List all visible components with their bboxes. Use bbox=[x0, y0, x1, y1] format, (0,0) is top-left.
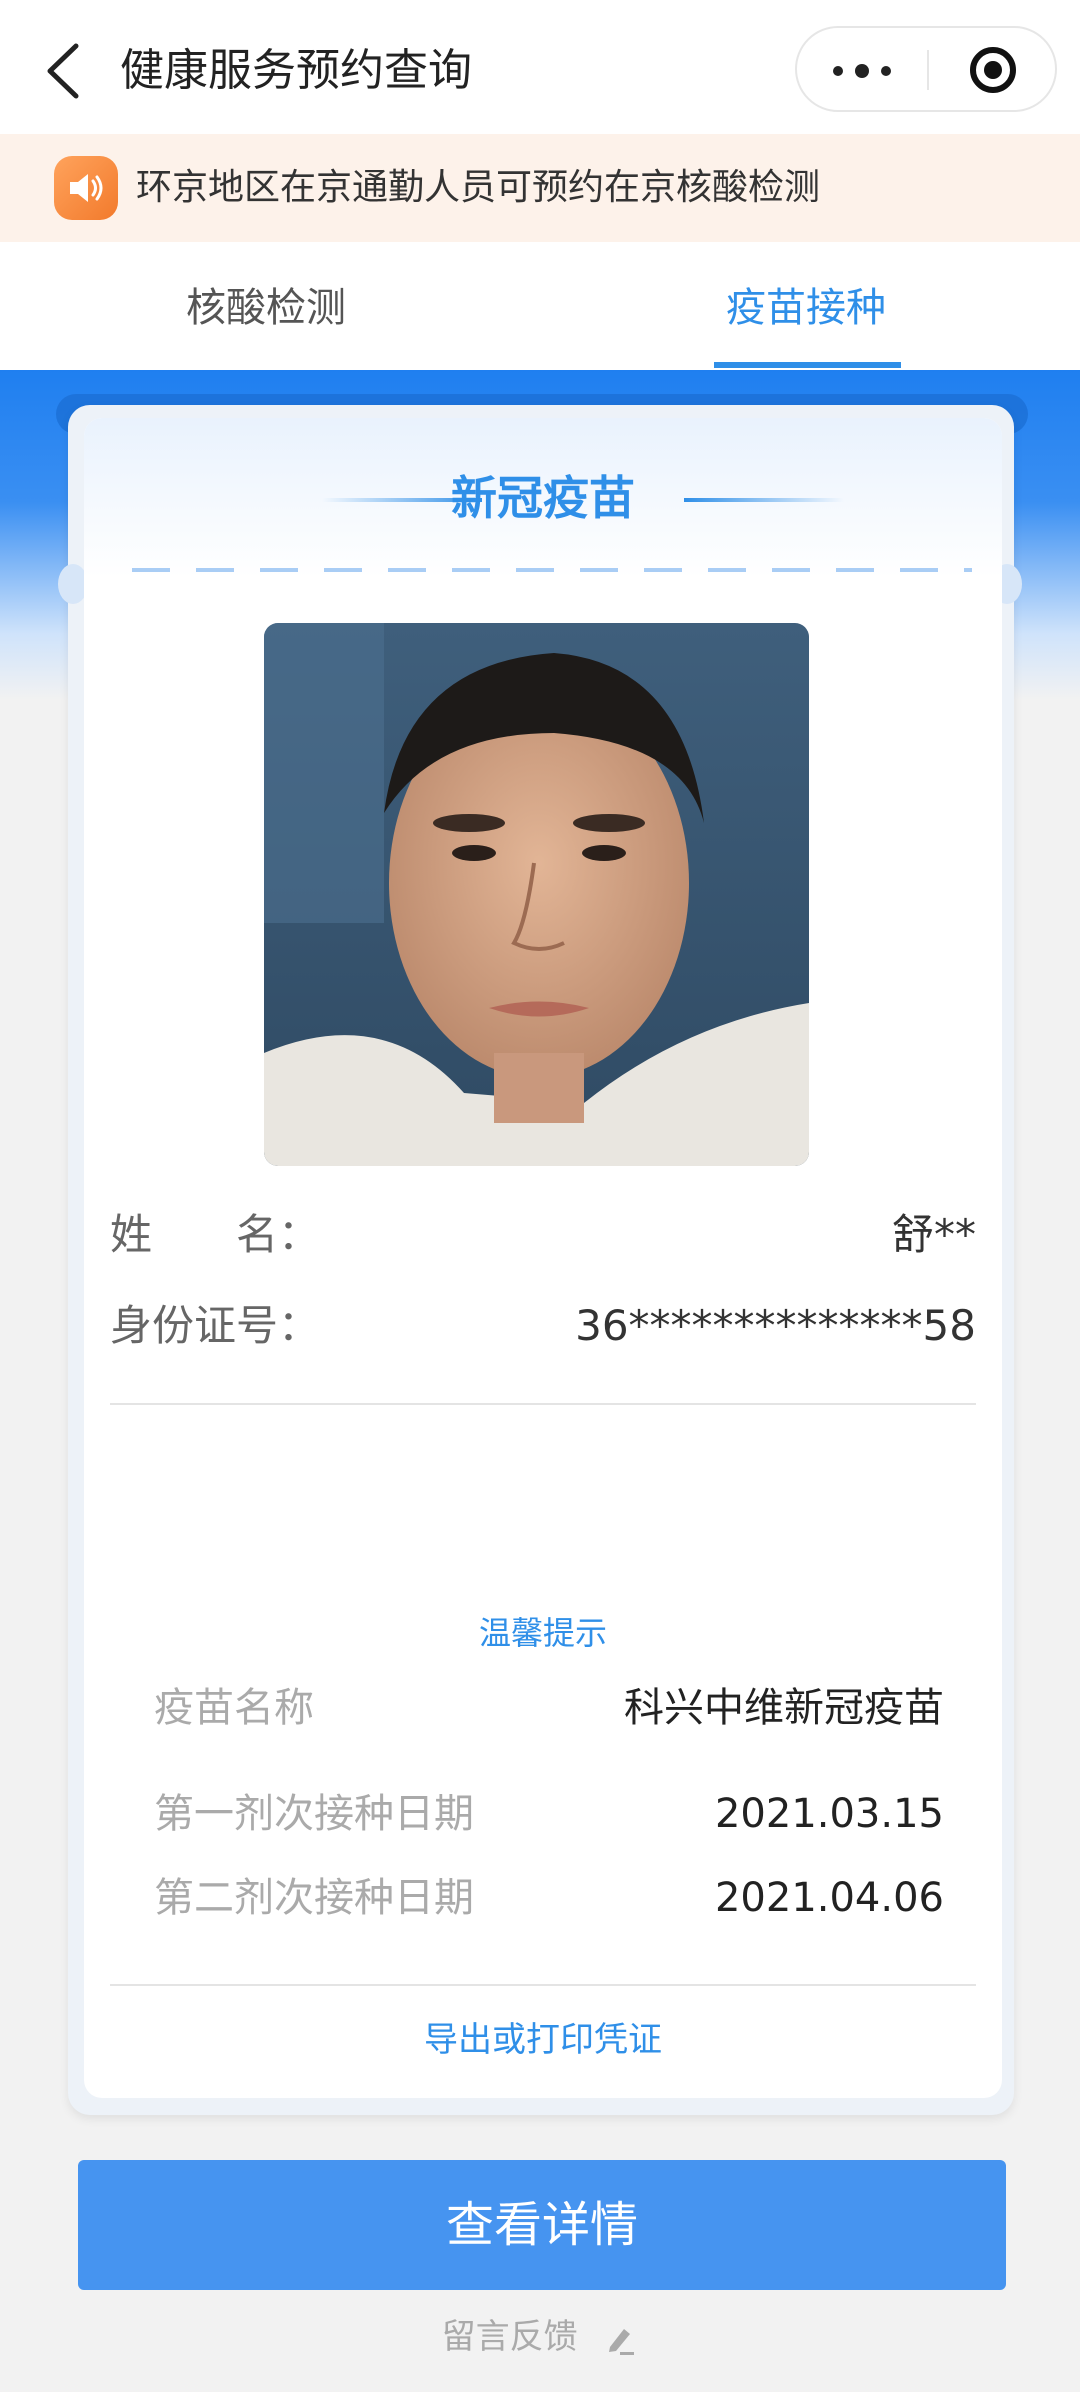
back-button[interactable] bbox=[36, 36, 96, 106]
vaccine-name-label: 疫苗名称 bbox=[154, 1685, 314, 1731]
second-dose-label: 第二剂次接种日期 bbox=[154, 1875, 474, 1921]
speaker-icon bbox=[54, 156, 118, 220]
user-photo bbox=[264, 623, 809, 1166]
id-number-label: 身份证号： bbox=[110, 1301, 321, 1350]
export-print-certificate-link[interactable]: 导出或打印凭证 bbox=[84, 2016, 1002, 2064]
page-title: 健康服务预约查询 bbox=[120, 45, 472, 96]
second-dose-date: 2021.04.06 bbox=[714, 1875, 944, 1921]
name-label: 姓 名： bbox=[110, 1210, 321, 1259]
active-tab-indicator bbox=[714, 362, 901, 368]
divider bbox=[110, 1403, 976, 1405]
first-dose-date: 2021.03.15 bbox=[714, 1791, 944, 1837]
more-dots-icon bbox=[855, 64, 869, 78]
mini-program-capsule bbox=[795, 26, 1057, 112]
close-mini-program-button[interactable] bbox=[929, 28, 1055, 110]
target-icon-dot bbox=[984, 61, 1002, 79]
tab-nucleic-acid-test[interactable]: 核酸检测 bbox=[186, 280, 346, 336]
first-dose-row: 第一剂次接种日期 2021.03.15 bbox=[154, 1784, 944, 1844]
feedback-label: 留言反馈 bbox=[441, 2317, 578, 2357]
dashed-divider bbox=[132, 568, 972, 572]
second-dose-row: 第二剂次接种日期 2021.04.06 bbox=[154, 1868, 944, 1928]
title-bar: 健康服务预约查询 bbox=[0, 0, 1080, 134]
divider bbox=[110, 1984, 976, 1986]
first-dose-label: 第一剂次接种日期 bbox=[154, 1791, 474, 1837]
view-details-button[interactable]: 查看详情 bbox=[78, 2160, 1006, 2290]
tab-bar: 核酸检测 疫苗接种 bbox=[0, 242, 1080, 370]
more-dots-icon bbox=[881, 66, 891, 76]
card-title: 新冠疫苗 bbox=[451, 471, 635, 525]
more-menu-button[interactable] bbox=[797, 28, 927, 110]
pencil-icon bbox=[609, 2328, 635, 2355]
tab-vaccination[interactable]: 疫苗接种 bbox=[726, 280, 886, 336]
name-row: 姓 名： 舒** bbox=[110, 1205, 976, 1265]
feedback-link[interactable]: 留言反馈 bbox=[0, 2312, 1080, 2362]
title-decoration-right bbox=[684, 498, 844, 502]
notice-bar[interactable]: 环京地区在京通勤人员可预约在京核酸检测 bbox=[0, 134, 1080, 242]
chevron-left-icon bbox=[47, 43, 79, 99]
notice-text: 环京地区在京通勤人员可预约在京核酸检测 bbox=[136, 167, 821, 208]
vaccine-name-row: 疫苗名称 科兴中维新冠疫苗 bbox=[154, 1678, 944, 1738]
id-number-value: 36**************58 bbox=[575, 1301, 976, 1350]
vaccine-certificate-card: 新冠疫苗 姓 名： 舒** 身份证号： 36**************58 温… bbox=[84, 418, 1002, 2098]
id-number-row: 身份证号： 36**************58 bbox=[110, 1296, 976, 1356]
warm-tip-link[interactable]: 温馨提示 bbox=[84, 1610, 1002, 1656]
name-value: 舒** bbox=[891, 1210, 976, 1259]
more-dots-icon bbox=[833, 66, 843, 76]
vaccine-name-value: 科兴中维新冠疫苗 bbox=[624, 1685, 944, 1731]
